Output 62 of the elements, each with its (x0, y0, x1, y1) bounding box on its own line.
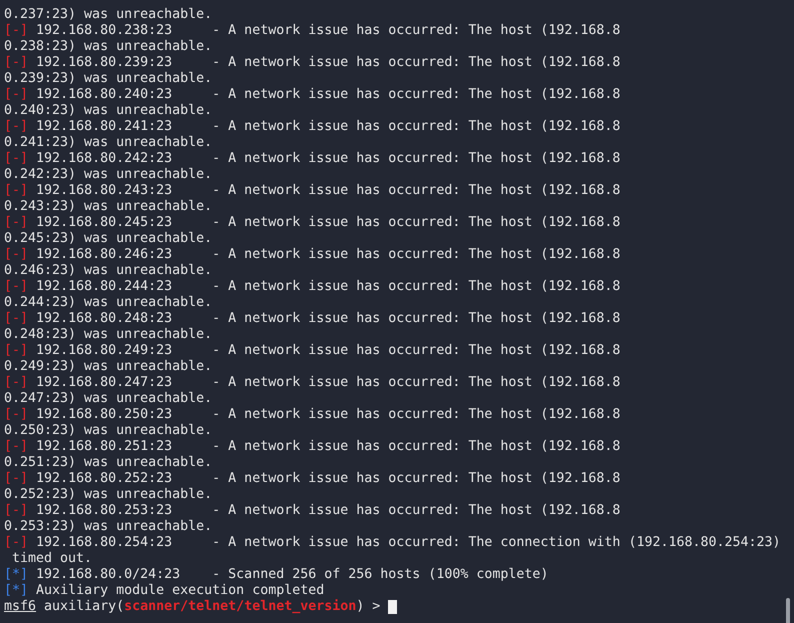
log-text: 0.250:23) was unreachable. (4, 423, 212, 439)
log-text: 0.244:23) was unreachable. (4, 295, 212, 311)
log-text: 192.168.80.239:23 - A network issue has occurred: The host (192.168.8 (36, 55, 620, 71)
log-text: Auxiliary module execution completed (36, 583, 324, 599)
log-text: 0.245:23) was unreachable. (4, 231, 212, 247)
log-text: 192.168.80.251:23 - A network issue has occurred: The host (192.168.8 (36, 439, 620, 455)
log-text: 192.168.80.252:23 - A network issue has occurred: The host (192.168.8 (36, 471, 620, 487)
log-text: 192.168.80.238:23 - A network issue has occurred: The host (192.168.8 (36, 23, 620, 39)
log-text: 192.168.80.241:23 - A network issue has occurred: The host (192.168.8 (36, 119, 620, 135)
log-text: 192.168.80.246:23 - A network issue has occurred: The host (192.168.8 (36, 247, 620, 263)
status-marker: [-] (4, 151, 28, 167)
log-text: 0.253:23) was unreachable. (4, 519, 212, 535)
status-marker: [*] (4, 567, 28, 583)
log-text: 192.168.80.247:23 - A network issue has occurred: The host (192.168.8 (36, 375, 620, 391)
log-text: 192.168.80.242:23 - A network issue has occurred: The host (192.168.8 (36, 151, 620, 167)
module-name: scanner/telnet/telnet_version (124, 599, 356, 615)
log-text: 192.168.80.254:23 - A network issue has occurred: The connection with (192.168.80.254:23) (36, 535, 781, 551)
prompt-text: ) > (356, 599, 380, 615)
log-text: 192.168.80.248:23 - A network issue has occurred: The host (192.168.8 (36, 311, 620, 327)
log-text: timed out. (11, 551, 92, 567)
log-text: 192.168.80.244:23 - A network issue has occurred: The host (192.168.8 (36, 279, 620, 295)
log-text: 0.239:23) was unreachable. (4, 71, 212, 87)
status-marker: [-] (4, 311, 28, 327)
log-text: 192.168.80.240:23 - A network issue has occurred: The host (192.168.8 (36, 87, 620, 103)
status-marker: [-] (4, 183, 28, 199)
log-text: 0.247:23) was unreachable. (4, 391, 212, 407)
log-text: 192.168.80.250:23 - A network issue has occurred: The host (192.168.8 (36, 407, 620, 423)
status-marker: [-] (4, 55, 28, 71)
status-marker: [-] (4, 87, 28, 103)
log-text: 0.248:23) was unreachable. (4, 327, 212, 343)
log-text: 0.246:23) was unreachable. (4, 263, 212, 279)
prompt-name: msf6 (4, 599, 36, 615)
status-marker: [-] (4, 23, 28, 39)
status-marker: [-] (4, 119, 28, 135)
log-text: 192.168.80.249:23 - A network issue has occurred: The host (192.168.8 (36, 343, 620, 359)
status-marker: [-] (4, 279, 28, 295)
log-text: 0.242:23) was unreachable. (4, 167, 212, 183)
log-text: 0.238:23) was unreachable. (4, 39, 212, 55)
log-text: 192.168.80.245:23 - A network issue has occurred: The host (192.168.8 (36, 215, 620, 231)
status-marker: [-] (4, 247, 28, 263)
log-text: 192.168.80.253:23 - A network issue has occurred: The host (192.168.8 (36, 503, 620, 519)
status-marker: [-] (4, 439, 28, 455)
log-text: 0.252:23) was unreachable. (4, 487, 212, 503)
prompt-text: auxiliary( (44, 599, 124, 615)
log-text: 0.240:23) was unreachable. (4, 103, 212, 119)
log-text: 0.249:23) was unreachable. (4, 359, 212, 375)
log-text: 0.237:23) was unreachable. (4, 7, 212, 23)
status-marker: [-] (4, 215, 28, 231)
scrollbar[interactable] (786, 598, 790, 623)
status-marker: [*] (4, 583, 28, 599)
status-marker: [-] (4, 343, 28, 359)
log-text: 0.241:23) was unreachable. (4, 135, 212, 151)
log-text: 0.251:23) was unreachable. (4, 455, 212, 471)
log-text: 192.168.80.243:23 - A network issue has occurred: The host (192.168.8 (36, 183, 620, 199)
status-marker: [-] (4, 407, 28, 423)
status-marker: [-] (4, 503, 28, 519)
log-text: 0.243:23) was unreachable. (4, 199, 212, 215)
status-marker: [-] (4, 535, 28, 551)
log-text: 192.168.80.0/24:23 - Scanned 256 of 256 hosts (100% complete) (36, 567, 548, 583)
text-cursor (388, 600, 398, 614)
status-marker: [-] (4, 375, 28, 391)
status-marker: [-] (4, 471, 28, 487)
